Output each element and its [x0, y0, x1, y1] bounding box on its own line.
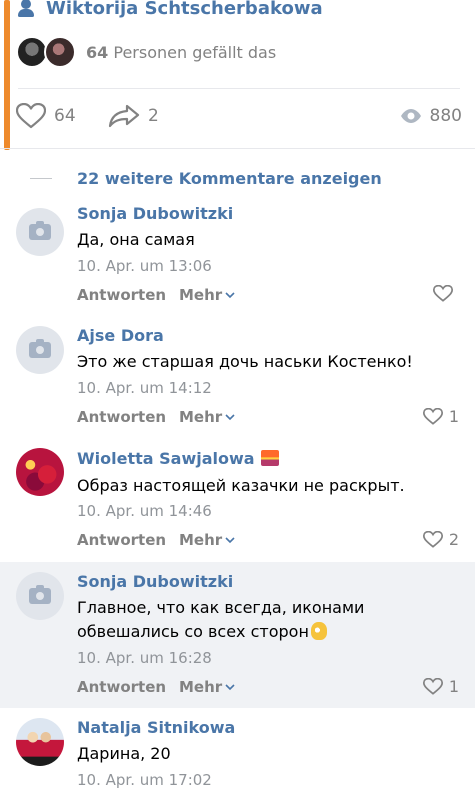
comment-like-count: 2: [448, 530, 459, 549]
divider: [18, 88, 460, 89]
share-button[interactable]: 2: [108, 100, 159, 132]
comment-author[interactable]: Natalja Sitnikowa: [77, 718, 235, 737]
avatar[interactable]: [16, 718, 64, 766]
views-counter: 880: [400, 100, 462, 132]
dash-icon: [30, 177, 52, 179]
more-button[interactable]: Mehr: [179, 678, 235, 696]
likes-summary-label: Personen gefällt das: [113, 42, 277, 62]
author-name[interactable]: Wiktorija Schtscherbakowa: [46, 0, 323, 19]
sunset-emoji-icon: [260, 450, 279, 466]
comment-date[interactable]: 10. Apr. um 14:12: [77, 379, 212, 397]
eye-icon: [400, 109, 421, 123]
avatar[interactable]: [16, 448, 64, 496]
comment-text: Образ настоящей казачки не раскрыт.: [77, 476, 405, 495]
comment-like-count: 1: [448, 677, 459, 696]
comment-text: Дарина, 20: [77, 744, 171, 763]
camera-icon: [29, 221, 51, 240]
comment-text: Это же старшая дочь наськи Костенко!: [77, 352, 413, 371]
view-count: 880: [429, 106, 462, 126]
comment-author[interactable]: Wioletta Sawjalowa: [77, 449, 279, 468]
section-divider: [0, 148, 475, 149]
comment-item: Wioletta Sawjalowa Образ настоящей казач…: [0, 438, 475, 562]
likers-summary[interactable]: 64 Personen gefällt das: [16, 36, 276, 68]
camera-icon: [29, 339, 51, 358]
like-count: 64: [54, 106, 76, 126]
highlight-marker: [4, 0, 10, 150]
comment-like-count: 1: [448, 407, 459, 426]
share-count: 2: [148, 106, 159, 126]
heart-icon: [16, 103, 46, 129]
comment-author[interactable]: Sonja Dubowitzki: [77, 204, 233, 223]
more-button[interactable]: Mehr: [179, 531, 235, 549]
post-author[interactable]: Wiktorija Schtscherbakowa: [18, 0, 323, 22]
likes-summary-text: 64 Personen gefällt das: [86, 43, 276, 62]
comment-item: Sonja Dubowitzki Да, она самая 10. Apr. …: [0, 194, 475, 316]
comment-text: Главное, что как всегда, иконами обвешали…: [77, 596, 457, 644]
comment-item: Natalja Sitnikowa Дарина, 20 10. Apr. um…: [0, 708, 475, 800]
comment-date[interactable]: 10. Apr. um 13:06: [77, 257, 212, 275]
comment-date[interactable]: 10. Apr. um 14:46: [77, 502, 212, 520]
post-footer: Wiktorija Schtscherbakowa 64 Personen ge…: [0, 0, 475, 150]
comment-text-line: Главное, что как всегда, иконами: [77, 598, 365, 617]
more-button-label: Mehr: [179, 408, 223, 426]
comment-author[interactable]: Sonja Dubowitzki: [77, 572, 233, 591]
more-button-label: Mehr: [179, 286, 223, 304]
comment-author[interactable]: Ajse Dora: [77, 326, 164, 345]
comment-item: Sonja Dubowitzki Главное, что как всегда…: [0, 562, 475, 708]
comment-date[interactable]: 10. Apr. um 17:02: [77, 771, 212, 789]
comment-like-button[interactable]: 2: [422, 530, 459, 549]
chevron-down-icon: [225, 291, 235, 298]
chevron-down-icon: [225, 536, 235, 543]
comment-text-line: обвешались со всех сторон: [77, 622, 309, 641]
camera-icon: [29, 585, 51, 604]
comment-like-button[interactable]: 1: [422, 407, 459, 426]
chevron-down-icon: [225, 413, 235, 420]
avatar[interactable]: [16, 326, 64, 374]
comment-item: Ajse Dora Это же старшая дочь наськи Кос…: [0, 316, 475, 438]
share-icon: [108, 104, 140, 128]
heart-icon: [422, 408, 443, 425]
avatar[interactable]: [16, 572, 64, 620]
show-more-comments-label[interactable]: 22 weitere Kommentare anzeigen: [77, 169, 382, 188]
comment-author-name: Wioletta Sawjalowa: [77, 449, 255, 468]
chevron-down-icon: [225, 683, 235, 690]
reply-button[interactable]: Antworten: [77, 678, 166, 696]
avatar[interactable]: [16, 208, 64, 256]
comment-like-button[interactable]: [433, 285, 459, 302]
person-icon: [18, 0, 34, 17]
comment-date[interactable]: 10. Apr. um 16:28: [77, 649, 212, 667]
liker-avatar: [44, 36, 76, 68]
post-actions: 64 2 880: [16, 100, 462, 132]
heart-icon: [422, 678, 443, 695]
heart-icon: [422, 531, 443, 548]
more-button-label: Mehr: [179, 531, 223, 549]
reply-button[interactable]: Antworten: [77, 408, 166, 426]
reply-button[interactable]: Antworten: [77, 531, 166, 549]
more-button-label: Mehr: [179, 678, 223, 696]
show-more-comments[interactable]: 22 weitere Kommentare anzeigen: [0, 164, 475, 192]
likes-summary-count: 64: [86, 42, 109, 62]
ok-hand-emoji-icon: [310, 622, 327, 640]
heart-icon: [433, 285, 453, 302]
comment-like-button[interactable]: 1: [422, 677, 459, 696]
more-button[interactable]: Mehr: [179, 286, 235, 304]
reply-button[interactable]: Antworten: [77, 286, 166, 304]
comment-text: Да, она самая: [77, 230, 195, 249]
more-button[interactable]: Mehr: [179, 408, 235, 426]
like-button[interactable]: 64: [16, 100, 76, 132]
